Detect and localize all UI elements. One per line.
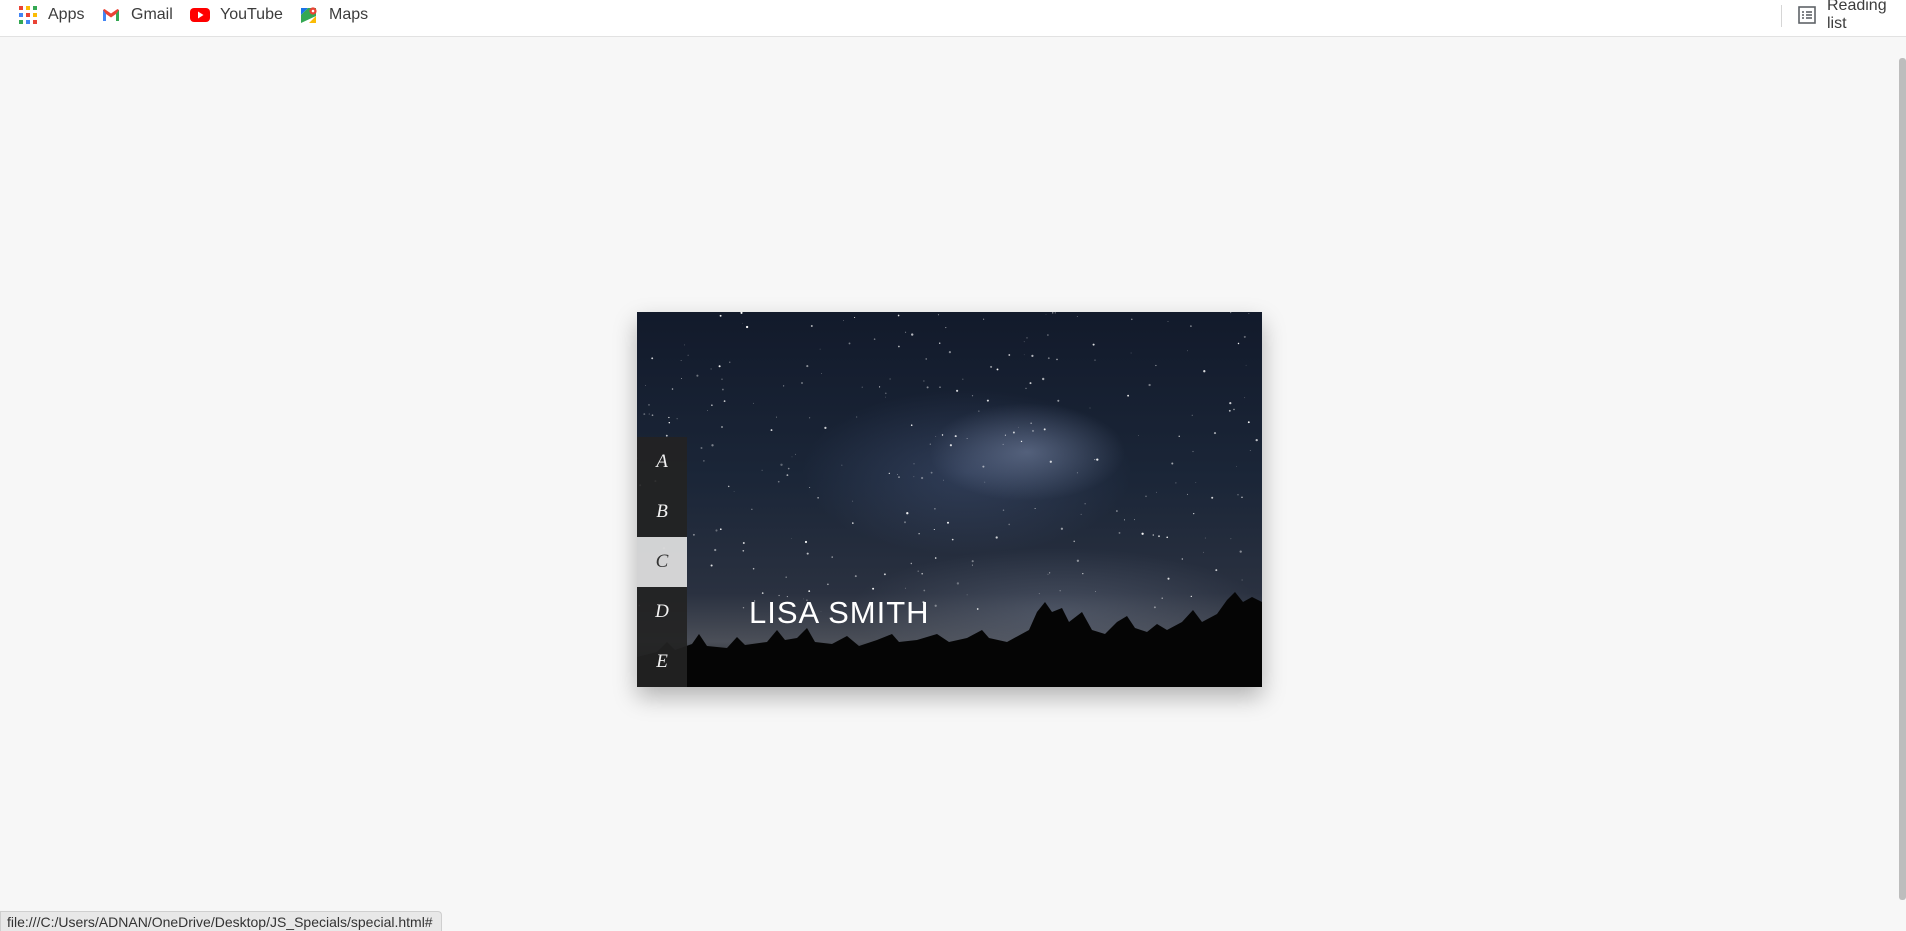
profile-card: A B C D E LISA SMITH bbox=[637, 312, 1262, 687]
gmail-icon bbox=[101, 5, 121, 25]
reading-list-icon bbox=[1797, 5, 1817, 25]
letter-tabs: A B C D E bbox=[637, 437, 687, 687]
youtube-icon bbox=[190, 5, 210, 25]
bookmark-youtube[interactable]: YouTube bbox=[190, 0, 283, 30]
reading-list-label: Reading list bbox=[1827, 0, 1887, 32]
bookmark-maps[interactable]: Maps bbox=[299, 0, 368, 30]
bookmark-gmail[interactable]: Gmail bbox=[101, 0, 173, 30]
profile-name: LISA SMITH bbox=[749, 595, 930, 630]
bookmarks-divider bbox=[1781, 5, 1782, 27]
treeline-silhouette bbox=[637, 592, 1262, 687]
bookmark-gmail-label: Gmail bbox=[131, 6, 173, 23]
letter-tab-c[interactable]: C bbox=[637, 537, 687, 587]
bookmark-apps[interactable]: Apps bbox=[18, 0, 84, 30]
reading-list-button[interactable]: Reading list bbox=[1797, 0, 1906, 32]
letter-tab-a[interactable]: A bbox=[637, 437, 687, 487]
bookmark-maps-label: Maps bbox=[329, 6, 369, 23]
maps-icon bbox=[299, 5, 319, 25]
page-scrollbar[interactable] bbox=[1899, 58, 1906, 900]
letter-tab-e[interactable]: E bbox=[637, 637, 687, 687]
apps-grid-icon bbox=[18, 5, 38, 25]
letter-tab-b[interactable]: B bbox=[637, 487, 687, 537]
bookmark-youtube-label: YouTube bbox=[220, 6, 283, 23]
status-bar-url: file:///C:/Users/ADNAN/OneDrive/Desktop/… bbox=[0, 911, 442, 931]
bookmark-apps-label: Apps bbox=[48, 6, 85, 23]
bookmarks-bar: Apps Gmail YouTube Maps Reading list bbox=[0, 0, 1906, 37]
letter-tab-d[interactable]: D bbox=[637, 587, 687, 637]
